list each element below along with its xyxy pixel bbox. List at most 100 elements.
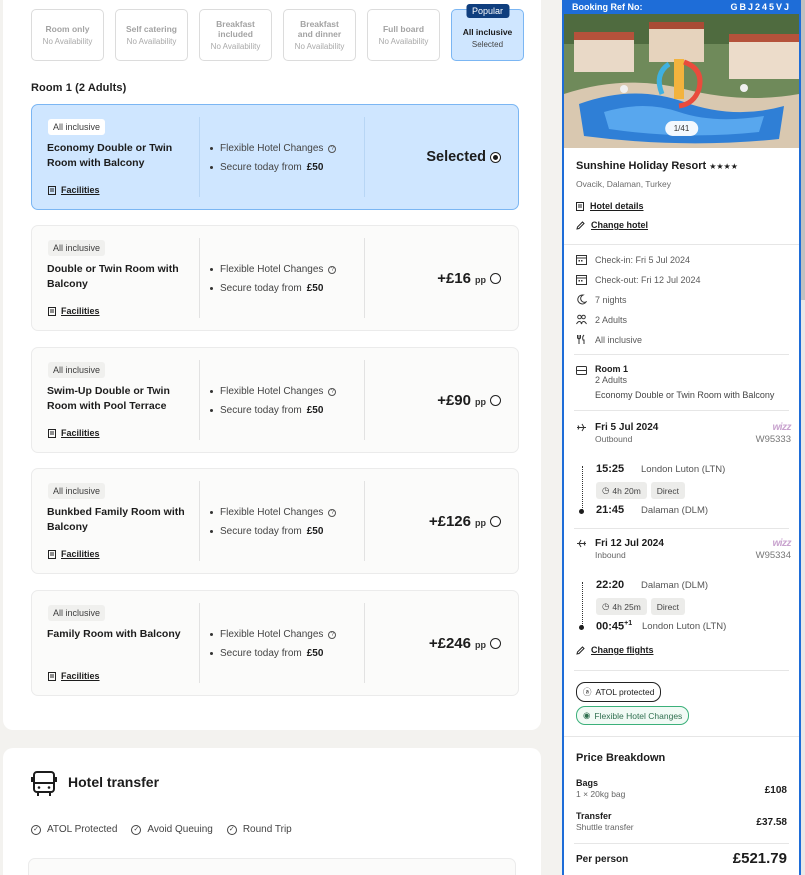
room-option-card[interactable]: All inclusive Economy Double or Twin Roo… (31, 104, 519, 210)
price-row-per-person: Per person £521.79 (576, 850, 787, 867)
atol-icon: ⓐ (583, 687, 592, 697)
arrival-time: 21:45 (596, 504, 625, 516)
price-row-transfer: Transfer Shuttle transfer £37.58 (576, 811, 787, 832)
eye-icon: ◉ (583, 710, 591, 720)
per-person-label: Per person (576, 854, 629, 865)
room-name: Family Room with Balcony (47, 628, 181, 640)
feature-flexible: Flexible Hotel Changes? (210, 625, 337, 644)
clock-icon: ◷ (602, 485, 610, 495)
transfer-title: Hotel transfer (68, 774, 160, 790)
hotel-name: Sunshine Holiday Resort ★★★★ (576, 160, 738, 172)
price-row-sub: Shuttle transfer (576, 822, 634, 832)
board-option-self-catering[interactable]: Self catering No Availability (115, 9, 188, 61)
transfer-option-card[interactable] (28, 858, 516, 875)
divider (364, 360, 365, 440)
airline: wizz W95333 (755, 422, 792, 445)
facilities-link[interactable]: Facilities (48, 671, 100, 681)
arrival-dot (579, 509, 584, 514)
feature-label: Secure today from (220, 648, 302, 659)
flight-meta: ◷ 4h 25m Direct (596, 598, 685, 615)
info-icon[interactable]: ? (328, 144, 337, 153)
feature-label: Flexible Hotel Changes (220, 629, 324, 640)
room-radio[interactable] (490, 152, 501, 163)
feature-amount: £50 (306, 648, 324, 659)
facilities-link[interactable]: Facilities (48, 306, 100, 316)
hotel-image[interactable]: 1/41 (564, 14, 799, 148)
change-hotel-link[interactable]: Change hotel (576, 220, 648, 230)
facilities-link[interactable]: Facilities (48, 549, 100, 559)
transfer-feature: ✓ ATOL Protected (31, 824, 117, 835)
price-amount: +£16 (437, 269, 471, 287)
feature-flexible: Flexible Hotel Changes? (210, 503, 337, 522)
price-row-label: Transfer (576, 811, 612, 821)
feature-label: Flexible Hotel Changes (220, 386, 324, 397)
adults-text: 2 Adults (595, 314, 628, 325)
board-option-breakfast-included[interactable]: Breakfast included No Availability (199, 9, 272, 61)
airline: wizz W95334 (755, 538, 792, 561)
scrollbar-thumb[interactable] (801, 0, 805, 300)
info-icon[interactable]: ? (328, 265, 337, 274)
stops-pill: Direct (650, 598, 685, 615)
duration-text: 4h 25m (612, 601, 641, 612)
booking-summary-panel: Booking Ref No: GBJ245VJ 1/41 Sunshine H… (562, 0, 801, 875)
feature-secure: Secure today from £50 (210, 158, 336, 177)
board-badge: All inclusive (48, 240, 106, 256)
room-option-card[interactable]: All inclusive Double or Twin Room with B… (31, 225, 519, 331)
hotel-location: Ovacik, Dalaman, Turkey (576, 179, 671, 189)
duration-pill: ◷ 4h 25m (596, 598, 647, 615)
people-icon (576, 314, 587, 325)
board-badge: All inclusive (48, 605, 106, 621)
adults-row: 2 Adults (576, 314, 627, 325)
room-option-card[interactable]: All inclusive Family Room with Balcony F… (31, 590, 519, 696)
room-option-card[interactable]: All inclusive Bunkbed Family Room with B… (31, 468, 519, 574)
info-icon[interactable]: ? (328, 387, 337, 396)
room-option-card[interactable]: All inclusive Swim-Up Double or Twin Roo… (31, 347, 519, 453)
feature-label: Secure today from (220, 162, 302, 173)
facilities-label: Facilities (61, 549, 100, 559)
flight-code: W95334 (755, 550, 791, 561)
flight-code: W95333 (755, 434, 791, 445)
wizz-logo: wizz (772, 538, 791, 549)
room-name: Bunkbed Family Room with Balcony (47, 506, 185, 533)
facilities-link[interactable]: Facilities (48, 428, 100, 438)
board-option-label: All inclusive (462, 27, 513, 37)
bus-icon (31, 771, 57, 796)
board-option-breakfast-dinner[interactable]: Breakfast and dinner No Availability (283, 9, 356, 61)
price-row-label: Bags (576, 778, 599, 788)
board-option-full-board[interactable]: Full board No Availability (367, 9, 440, 61)
document-icon (48, 185, 56, 195)
info-icon[interactable]: ? (328, 630, 337, 639)
hotel-details-label: Hotel details (590, 201, 644, 211)
room-price: +£90 pp (437, 348, 486, 452)
flight-route-line (582, 466, 583, 510)
board-option-all-inclusive[interactable]: Popular All inclusive Selected (451, 4, 524, 61)
room-features: Flexible Hotel Changes? Secure today fro… (210, 625, 337, 663)
departure-time: 15:25 (596, 463, 625, 475)
divider (199, 238, 200, 318)
hotel-transfer-section: Hotel transfer ✓ ATOL Protected ✓ Avoid Qu… (3, 748, 541, 875)
room-radio[interactable] (490, 273, 501, 284)
board-option-availability: No Availability (294, 42, 345, 51)
hotel-details-link[interactable]: Hotel details (576, 201, 644, 211)
check-icon: ✓ (226, 824, 237, 835)
price-breakdown-title: Price Breakdown (576, 752, 666, 764)
board-option-room-only[interactable]: Room only No Availability (31, 9, 104, 61)
price-row-sub: 1 × 20kg bag (576, 789, 626, 799)
board-badge: All inclusive (48, 119, 106, 135)
room-features: Flexible Hotel Changes? Secure today fro… (210, 503, 337, 541)
departure-airport: Dalaman (DLM) (641, 580, 709, 591)
board-option-label: Breakfast included (216, 19, 255, 39)
check-icon: ✓ (31, 824, 41, 835)
board-options: Room only No Availability Self catering … (31, 4, 524, 61)
room-heading: Room 1 (2 Adults) (31, 82, 127, 94)
change-flights-link[interactable]: Change flights (576, 645, 654, 655)
info-icon[interactable]: ? (328, 508, 337, 517)
room-price: +£16 pp (437, 226, 486, 330)
facilities-link[interactable]: Facilities (48, 185, 100, 195)
divider (199, 603, 200, 683)
divider (364, 481, 365, 561)
transfer-feature-label: Avoid Queuing (147, 824, 213, 835)
room-radio[interactable] (490, 395, 501, 406)
room-radio[interactable] (490, 638, 501, 649)
room-radio[interactable] (490, 516, 501, 527)
